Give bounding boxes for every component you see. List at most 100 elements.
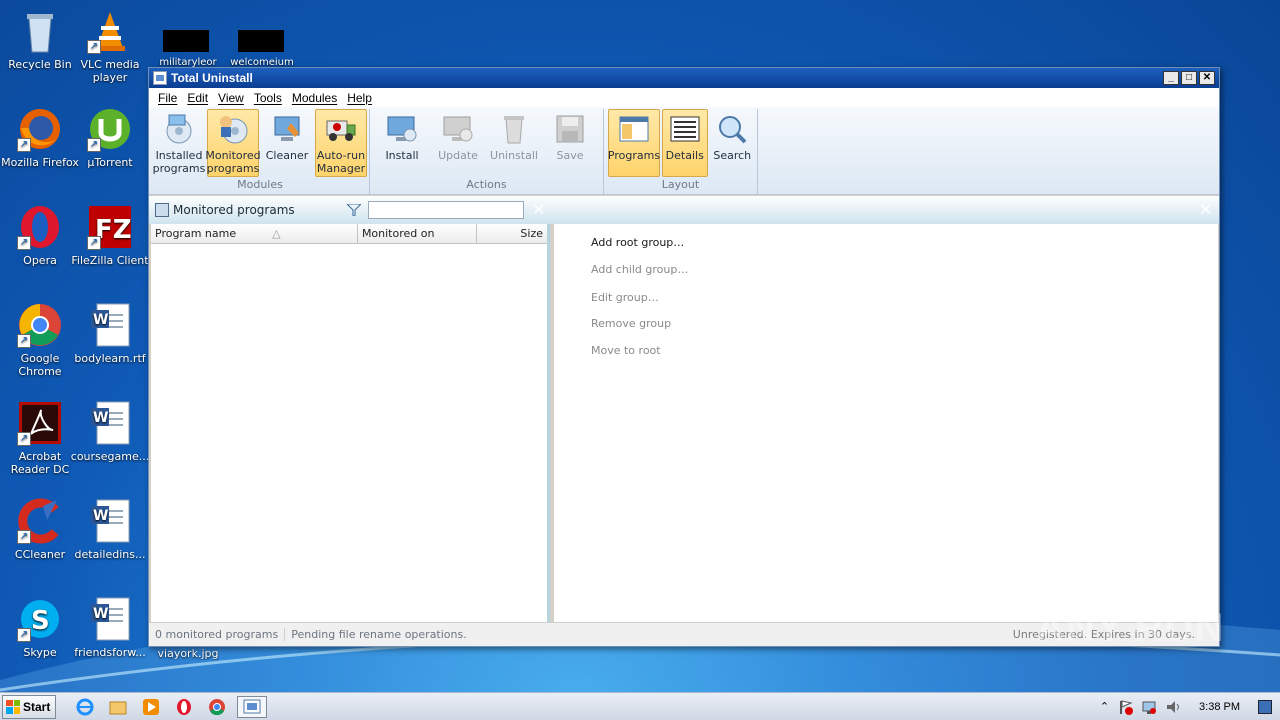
desktop-icon-utorrent[interactable]: ↗ µTorrent [70,106,150,169]
desktop-icon-firefox[interactable]: ↗ Mozilla Firefox [0,106,80,169]
filter-icon[interactable] [347,204,361,216]
clock[interactable]: 3:38 PM [1199,701,1240,713]
column-monitored-on[interactable]: Monitored on [358,224,478,243]
desktop-icon-chrome[interactable]: ↗ Google Chrome [0,302,80,378]
column-program-name[interactable]: Program name △ [151,224,358,243]
start-button[interactable]: Start [2,694,56,719]
close-panel-icon[interactable]: ✕ [1199,202,1212,218]
clear-filter-icon[interactable]: ✕ [532,202,545,218]
desktop-icon-ccleaner[interactable]: ↗ CCleaner [0,498,80,561]
cleaner-button[interactable]: Cleaner [261,109,313,177]
installed-programs-button[interactable]: Installed programs [153,109,205,177]
remove-group-link[interactable]: Remove group [591,317,671,330]
uninstall-button[interactable]: Uninstall [488,109,540,177]
taskbar-explorer[interactable] [105,696,131,718]
install-button[interactable]: Install [376,109,428,177]
ribbon: Installed programs Monitored programs Cl… [149,107,1219,195]
desktop-icon-detailedins[interactable]: W detailedins... [70,498,150,561]
windows-logo-icon [6,699,20,714]
desktop-icon-label: detailedins... [74,548,146,561]
desktop-icon-opera[interactable]: ↗ Opera [0,204,80,267]
details-layout-button[interactable]: Details [662,109,708,177]
acrobat-icon: ↗ [17,400,63,446]
save-button[interactable]: Save [544,109,596,177]
taskbar-ie[interactable] [72,696,98,718]
opera-icon [177,698,191,715]
menu-modules[interactable]: Modules [287,91,342,105]
desktop-icon-partial[interactable]: viayork.jpg [148,647,228,660]
programs-list-pane: Program name △ Monitored on Size [151,224,550,622]
button-label: Programs [607,149,661,162]
program-count: 0 monitored programs [149,628,286,641]
install-icon [386,113,418,145]
group-label: Modules [237,178,283,191]
shortcut-arrow-icon: ↗ [17,138,31,152]
internet-explorer-icon [76,698,94,715]
desktop-icon-label: bodylearn.rtf [74,352,146,365]
menu-view[interactable]: View [213,91,249,105]
desktop-icon-vlc[interactable]: ↗ VLC media player [70,8,150,84]
add-root-group-link[interactable]: Add root group… [591,236,684,249]
opera-icon: ↗ [17,204,63,250]
column-size[interactable]: Size [477,224,547,243]
desktop-icon-label: coursegame... [70,450,150,463]
desktop-icon-friendsforw[interactable]: W friendsforw... [70,596,150,659]
update-button[interactable]: Update [432,109,484,177]
search-button[interactable]: Search [710,109,756,177]
desktop-icon-label: Mozilla Firefox [1,156,79,169]
window-title: Total Uninstall [171,71,253,85]
button-label: Uninstall [490,149,538,162]
edit-group-link[interactable]: Edit group… [591,291,659,304]
cleaner-icon [271,113,303,145]
add-child-group-link[interactable]: Add child group… [591,263,688,276]
show-desktop-icon[interactable] [1258,699,1272,714]
close-button[interactable]: ✕ [1199,71,1215,85]
svg-text:W: W [93,312,108,328]
button-label: Auto-run Manager [316,149,366,175]
monitored-programs-button[interactable]: Monitored programs [205,109,261,177]
desktop-icon-label: Acrobat Reader DC [10,450,70,476]
desktop-icon-acrobat[interactable]: ↗ Acrobat Reader DC [0,400,80,476]
menu-edit[interactable]: Edit [182,91,213,105]
details-layout-icon [669,113,701,145]
move-to-root-link[interactable]: Move to root [591,344,661,357]
ccleaner-icon: ↗ [17,498,63,544]
button-label: Installed programs [152,149,206,175]
taskbar-media-player[interactable] [138,696,164,718]
shortcut-arrow-icon: ↗ [17,236,31,250]
autorun-manager-button[interactable]: Auto-run Manager [315,109,367,177]
word-document-icon: W [87,596,133,642]
column-label: Program name [155,227,237,240]
button-label: Install [385,149,419,162]
filter-input[interactable] [368,201,524,219]
svg-text:W: W [93,410,108,426]
desktop-icon-label: CCleaner [14,548,66,561]
group-label: Actions [466,178,507,191]
taskbar-chrome[interactable] [204,696,230,718]
anyrun-watermark: ANY RUN [1036,606,1225,650]
network-icon[interactable] [1141,699,1157,715]
desktop-icon-bodylearn[interactable]: W bodylearn.rtf [70,302,150,365]
taskbar-opera[interactable] [171,696,197,718]
desktop-icon-filezilla[interactable]: FZ ↗ FileZilla Client [70,204,150,267]
minimize-button[interactable]: _ [1163,71,1179,85]
menu-file[interactable]: File [153,91,182,105]
list-column-headers: Program name △ Monitored on Size [151,224,547,244]
desktop-icon-coursegame[interactable]: W coursegame... [70,400,150,463]
programs-layout-button[interactable]: Programs [608,109,660,177]
window-titlebar[interactable]: Total Uninstall _ □ ✕ [149,68,1219,88]
word-document-icon: W [87,498,133,544]
utorrent-icon: ↗ [87,106,133,152]
desktop-icon-skype[interactable]: S ↗ Skype [0,596,80,659]
app-icon [153,71,167,85]
action-center-flag-icon[interactable] [1117,699,1134,715]
desktop-icon-recycle-bin[interactable]: Recycle Bin [0,8,80,71]
redacted-icon [163,30,209,52]
menu-tools[interactable]: Tools [249,91,287,105]
volume-icon[interactable] [1165,699,1181,715]
maximize-button[interactable]: □ [1181,71,1197,85]
menu-help[interactable]: Help [342,91,377,105]
shortcut-arrow-icon: ↗ [17,334,31,348]
show-hidden-icons-icon[interactable]: ⌃ [1100,700,1109,713]
taskbar-total-uninstall[interactable] [237,695,267,718]
